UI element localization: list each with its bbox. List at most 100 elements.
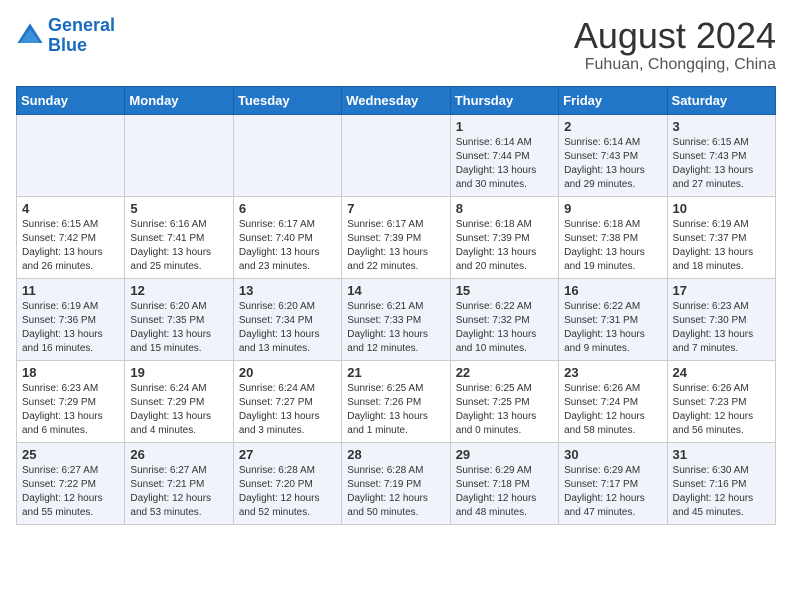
day-info: Sunrise: 6:28 AM Sunset: 7:19 PM Dayligh… [347, 464, 444, 520]
calendar-week-row: 25 Sunrise: 6:27 AM Sunset: 7:22 PM Dayli… [17, 442, 776, 524]
day-info: Sunrise: 6:17 AM Sunset: 7:40 PM Dayligh… [239, 218, 336, 274]
day-number: 2 [564, 119, 661, 134]
day-number: 26 [130, 447, 227, 462]
logo: General Blue [16, 16, 115, 56]
calendar-table: SundayMondayTuesdayWednesdayThursdayFrid… [16, 86, 776, 525]
calendar-day: 30 Sunrise: 6:29 AM Sunset: 7:17 PM Dayli… [559, 442, 667, 524]
calendar-day: 17 Sunrise: 6:23 AM Sunset: 7:30 PM Dayli… [667, 278, 775, 360]
day-info: Sunrise: 6:22 AM Sunset: 7:31 PM Dayligh… [564, 300, 661, 356]
day-info: Sunrise: 6:27 AM Sunset: 7:22 PM Dayligh… [22, 464, 119, 520]
calendar-day: 2 Sunrise: 6:14 AM Sunset: 7:43 PM Daylig… [559, 114, 667, 196]
calendar-day: 29 Sunrise: 6:29 AM Sunset: 7:18 PM Dayli… [450, 442, 558, 524]
day-number: 11 [22, 283, 119, 298]
day-number: 8 [456, 201, 553, 216]
calendar-day: 11 Sunrise: 6:19 AM Sunset: 7:36 PM Dayli… [17, 278, 125, 360]
calendar-day: 4Sunrise: 6:15 AM Sunset: 7:42 PM Daylig… [17, 196, 125, 278]
calendar-day-empty [125, 114, 233, 196]
day-info: Sunrise: 6:30 AM Sunset: 7:16 PM Dayligh… [673, 464, 770, 520]
day-info: Sunrise: 6:18 AM Sunset: 7:39 PM Dayligh… [456, 218, 553, 274]
day-info: Sunrise: 6:26 AM Sunset: 7:23 PM Dayligh… [673, 382, 770, 438]
calendar-day: 19 Sunrise: 6:24 AM Sunset: 7:29 PM Dayli… [125, 360, 233, 442]
day-number: 23 [564, 365, 661, 380]
calendar-week-row: 1Sunrise: 6:14 AM Sunset: 7:44 PM Daylig… [17, 114, 776, 196]
calendar-week-row: 4Sunrise: 6:15 AM Sunset: 7:42 PM Daylig… [17, 196, 776, 278]
day-info: Sunrise: 6:23 AM Sunset: 7:29 PM Dayligh… [22, 382, 119, 438]
day-info: Sunrise: 6:25 AM Sunset: 7:25 PM Dayligh… [456, 382, 553, 438]
day-info: Sunrise: 6:19 AM Sunset: 7:36 PM Dayligh… [22, 300, 119, 356]
day-number: 18 [22, 365, 119, 380]
calendar-day: 3Sunrise: 6:15 AM Sunset: 7:43 PM Daylig… [667, 114, 775, 196]
calendar-day-empty [233, 114, 341, 196]
day-info: Sunrise: 6:14 AM Sunset: 7:44 PM Dayligh… [456, 136, 553, 192]
day-info: Sunrise: 6:18 AM Sunset: 7:38 PM Dayligh… [564, 218, 661, 274]
calendar-day-empty [342, 114, 450, 196]
calendar-day: 6Sunrise: 6:17 AM Sunset: 7:40 PM Daylig… [233, 196, 341, 278]
day-number: 19 [130, 365, 227, 380]
day-info: Sunrise: 6:24 AM Sunset: 7:29 PM Dayligh… [130, 382, 227, 438]
day-info: Sunrise: 6:19 AM Sunset: 7:37 PM Dayligh… [673, 218, 770, 274]
day-number: 9 [564, 201, 661, 216]
day-info: Sunrise: 6:14 AM Sunset: 7:43 PM Dayligh… [564, 136, 661, 192]
day-number: 5 [130, 201, 227, 216]
calendar-day: 14Sunrise: 6:21 AM Sunset: 7:33 PM Dayli… [342, 278, 450, 360]
calendar-day: 1Sunrise: 6:14 AM Sunset: 7:44 PM Daylig… [450, 114, 558, 196]
calendar-day: 13Sunrise: 6:20 AM Sunset: 7:34 PM Dayli… [233, 278, 341, 360]
day-number: 24 [673, 365, 770, 380]
logo-line1: General [48, 15, 115, 35]
calendar-header: SundayMondayTuesdayWednesdayThursdayFrid… [17, 86, 776, 114]
day-number: 7 [347, 201, 444, 216]
day-number: 25 [22, 447, 119, 462]
day-number: 21 [347, 365, 444, 380]
day-info: Sunrise: 6:28 AM Sunset: 7:20 PM Dayligh… [239, 464, 336, 520]
calendar-week-row: 18 Sunrise: 6:23 AM Sunset: 7:29 PM Dayli… [17, 360, 776, 442]
logo-line2: Blue [48, 35, 87, 55]
calendar-day: 9 Sunrise: 6:18 AM Sunset: 7:38 PM Daylig… [559, 196, 667, 278]
weekday-header: Friday [559, 86, 667, 114]
calendar-day: 5 Sunrise: 6:16 AM Sunset: 7:41 PM Daylig… [125, 196, 233, 278]
calendar-day: 12Sunrise: 6:20 AM Sunset: 7:35 PM Dayli… [125, 278, 233, 360]
calendar-day: 24 Sunrise: 6:26 AM Sunset: 7:23 PM Dayli… [667, 360, 775, 442]
calendar-day: 22Sunrise: 6:25 AM Sunset: 7:25 PM Dayli… [450, 360, 558, 442]
day-number: 17 [673, 283, 770, 298]
day-info: Sunrise: 6:23 AM Sunset: 7:30 PM Dayligh… [673, 300, 770, 356]
day-info: Sunrise: 6:16 AM Sunset: 7:41 PM Dayligh… [130, 218, 227, 274]
day-info: Sunrise: 6:25 AM Sunset: 7:26 PM Dayligh… [347, 382, 444, 438]
day-number: 16 [564, 283, 661, 298]
day-info: Sunrise: 6:29 AM Sunset: 7:18 PM Dayligh… [456, 464, 553, 520]
day-number: 29 [456, 447, 553, 462]
weekday-header: Monday [125, 86, 233, 114]
weekday-header: Thursday [450, 86, 558, 114]
day-info: Sunrise: 6:15 AM Sunset: 7:43 PM Dayligh… [673, 136, 770, 192]
calendar-week-row: 11 Sunrise: 6:19 AM Sunset: 7:36 PM Dayli… [17, 278, 776, 360]
day-number: 20 [239, 365, 336, 380]
calendar-day: 7Sunrise: 6:17 AM Sunset: 7:39 PM Daylig… [342, 196, 450, 278]
calendar-day: 10Sunrise: 6:19 AM Sunset: 7:37 PM Dayli… [667, 196, 775, 278]
calendar-day: 16 Sunrise: 6:22 AM Sunset: 7:31 PM Dayli… [559, 278, 667, 360]
calendar-day: 21 Sunrise: 6:25 AM Sunset: 7:26 PM Dayli… [342, 360, 450, 442]
calendar-body: 1Sunrise: 6:14 AM Sunset: 7:44 PM Daylig… [17, 114, 776, 524]
calendar-day: 15 Sunrise: 6:22 AM Sunset: 7:32 PM Dayli… [450, 278, 558, 360]
day-info: Sunrise: 6:22 AM Sunset: 7:32 PM Dayligh… [456, 300, 553, 356]
day-info: Sunrise: 6:27 AM Sunset: 7:21 PM Dayligh… [130, 464, 227, 520]
calendar-day: 28 Sunrise: 6:28 AM Sunset: 7:19 PM Dayli… [342, 442, 450, 524]
calendar-day: 8 Sunrise: 6:18 AM Sunset: 7:39 PM Daylig… [450, 196, 558, 278]
day-number: 15 [456, 283, 553, 298]
page-header: General Blue August 2024 Fuhuan, Chongqi… [16, 16, 776, 74]
day-info: Sunrise: 6:20 AM Sunset: 7:35 PM Dayligh… [130, 300, 227, 356]
calendar-day: 23 Sunrise: 6:26 AM Sunset: 7:24 PM Dayli… [559, 360, 667, 442]
day-number: 30 [564, 447, 661, 462]
weekday-header: Sunday [17, 86, 125, 114]
calendar-day: 26 Sunrise: 6:27 AM Sunset: 7:21 PM Dayli… [125, 442, 233, 524]
day-info: Sunrise: 6:26 AM Sunset: 7:24 PM Dayligh… [564, 382, 661, 438]
day-info: Sunrise: 6:24 AM Sunset: 7:27 PM Dayligh… [239, 382, 336, 438]
day-number: 14 [347, 283, 444, 298]
day-info: Sunrise: 6:29 AM Sunset: 7:17 PM Dayligh… [564, 464, 661, 520]
title-block: August 2024 Fuhuan, Chongqing, China [574, 16, 776, 74]
day-number: 31 [673, 447, 770, 462]
day-info: Sunrise: 6:20 AM Sunset: 7:34 PM Dayligh… [239, 300, 336, 356]
calendar-day: 25 Sunrise: 6:27 AM Sunset: 7:22 PM Dayli… [17, 442, 125, 524]
day-number: 28 [347, 447, 444, 462]
weekday-header: Wednesday [342, 86, 450, 114]
logo-icon [16, 22, 44, 50]
calendar-day-empty [17, 114, 125, 196]
